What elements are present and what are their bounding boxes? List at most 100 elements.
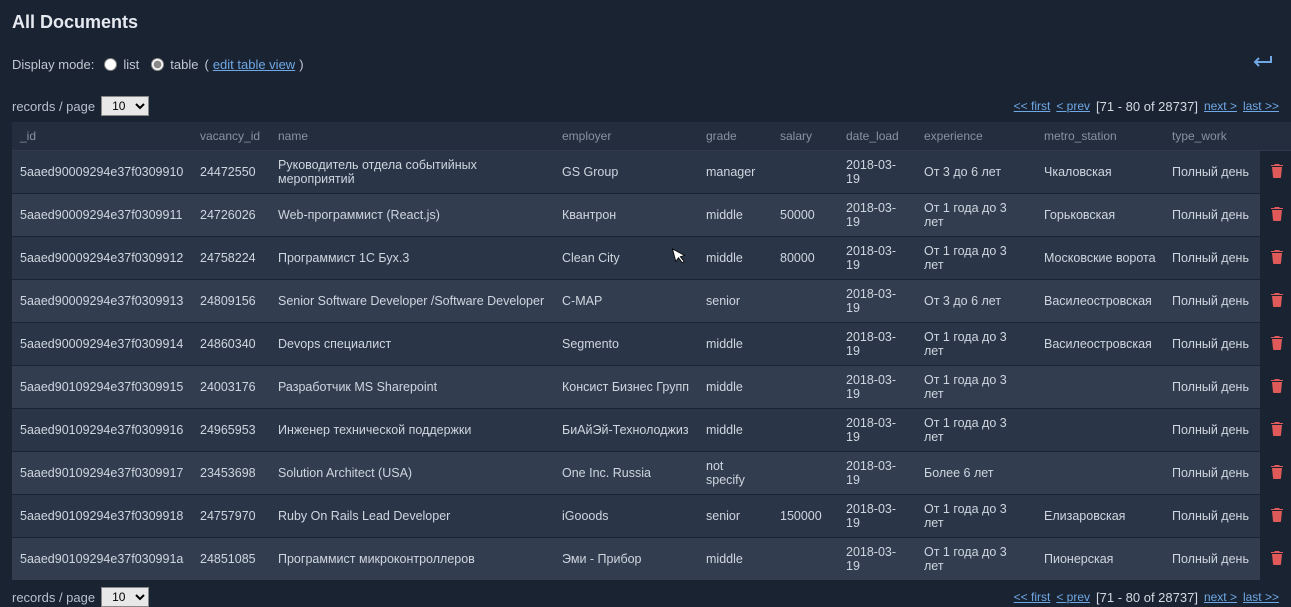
display-mode-list-label[interactable]: list [123,57,139,72]
trash-icon[interactable] [1270,335,1284,353]
trash-icon[interactable] [1270,507,1284,525]
cell-metro_station: Василеостровская [1036,323,1164,366]
cell-grade: middle [698,409,772,452]
pager-next[interactable]: next > [1204,99,1237,113]
cell-metro_station: Елизаровская [1036,495,1164,538]
pager-first-bottom[interactable]: << first [1014,590,1051,604]
cell-type_work: Полный день [1164,495,1260,538]
cell-delete [1260,366,1291,409]
col-salary[interactable]: salary [772,122,838,151]
col-experience[interactable]: experience [916,122,1036,151]
cell-type_work: Полный день [1164,151,1260,194]
cell-vacancy_id: 24726026 [192,194,270,237]
display-mode-list-radio[interactable] [104,58,117,71]
cell-vacancy_id: 24860340 [192,323,270,366]
trash-icon[interactable] [1270,249,1284,267]
cell-name: Solution Architect (USA) [270,452,554,495]
trash-icon[interactable] [1270,292,1284,310]
cell-date_load: 2018-03-19 [838,452,916,495]
cell-date_load: 2018-03-19 [838,151,916,194]
trash-icon[interactable] [1270,464,1284,482]
cell-experience: От 1 года до 3 лет [916,237,1036,280]
table-row[interactable]: 5aaed90009294e37f030991024472550Руководи… [12,151,1291,194]
page-title: All Documents [12,12,1279,33]
col-vacancy_id[interactable]: vacancy_id [192,122,270,151]
pager-next-bottom[interactable]: next > [1204,590,1237,604]
display-mode-table-radio[interactable] [151,58,164,71]
cell-grade: senior [698,280,772,323]
table-row[interactable]: 5aaed90109294e37f030991624965953Инженер … [12,409,1291,452]
cell-employer: БиАйЭй-Технолоджиз [554,409,698,452]
table-row[interactable]: 5aaed90009294e37f030991424860340Devops с… [12,323,1291,366]
cell-experience: От 1 года до 3 лет [916,495,1036,538]
col-employer[interactable]: employer [554,122,698,151]
cell-_id: 5aaed90009294e37f0309911 [12,194,192,237]
trash-icon[interactable] [1270,421,1284,439]
cell-metro_station: Пионерская [1036,538,1164,581]
cell-experience: От 1 года до 3 лет [916,194,1036,237]
cell-type_work: Полный день [1164,366,1260,409]
cell-salary: 50000 [772,194,838,237]
cell-employer: Квантрон [554,194,698,237]
table-row[interactable]: 5aaed90109294e37f030991723453698Solution… [12,452,1291,495]
cell-grade: manager [698,151,772,194]
cell-salary [772,409,838,452]
cell-vacancy_id: 24851085 [192,538,270,581]
pager-info: [71 - 80 of 28737] [1096,99,1198,114]
cell-name: Руководитель отдела событийных мероприят… [270,151,554,194]
table-row[interactable]: 5aaed90109294e37f030991824757970Ruby On … [12,495,1291,538]
cell-grade: senior [698,495,772,538]
table-row[interactable]: 5aaed90109294e37f030991524003176Разработ… [12,366,1291,409]
cell-experience: Более 6 лет [916,452,1036,495]
pager-first[interactable]: << first [1014,99,1051,113]
col-type_work[interactable]: type_work [1164,122,1260,151]
pager-top: << first < prev [71 - 80 of 28737] next … [1014,99,1279,114]
cell-experience: От 1 года до 3 лет [916,538,1036,581]
cell-metro_station [1036,366,1164,409]
edit-table-view-link[interactable]: edit table view [213,57,295,72]
cell-date_load: 2018-03-19 [838,495,916,538]
cell-grade: not specify [698,452,772,495]
trash-icon[interactable] [1270,163,1284,181]
cell-name: Ruby On Rails Lead Developer [270,495,554,538]
col-actions [1260,122,1291,151]
records-per-page-select[interactable]: 10 [101,96,149,116]
cell-name: Программист 1С Бух.3 [270,237,554,280]
table-row[interactable]: 5aaed90109294e37f030991a24851085Программ… [12,538,1291,581]
col-date_load[interactable]: date_load [838,122,916,151]
cell-experience: От 3 до 6 лет [916,280,1036,323]
cell-delete [1260,280,1291,323]
cell-grade: middle [698,538,772,581]
col-_id[interactable]: _id [12,122,192,151]
cell-delete [1260,151,1291,194]
table-row[interactable]: 5aaed90009294e37f030991124726026Web-прог… [12,194,1291,237]
cell-name: Senior Software Developer /Software Deve… [270,280,554,323]
cell-employer: Clean City [554,237,698,280]
col-grade[interactable]: grade [698,122,772,151]
cell-vacancy_id: 24965953 [192,409,270,452]
pager-prev[interactable]: < prev [1056,99,1090,113]
return-icon[interactable] [1245,51,1279,78]
pager-last[interactable]: last >> [1243,99,1279,113]
display-mode-table-label[interactable]: table [170,57,198,72]
pager-last-bottom[interactable]: last >> [1243,590,1279,604]
cell-metro_station [1036,409,1164,452]
records-per-page-label-bottom: records / page [12,590,95,605]
records-per-page-select-bottom[interactable]: 10 [101,587,149,607]
trash-icon[interactable] [1270,550,1284,568]
trash-icon[interactable] [1270,378,1284,396]
cell-date_load: 2018-03-19 [838,323,916,366]
col-name[interactable]: name [270,122,554,151]
table-row[interactable]: 5aaed90009294e37f030991224758224Программ… [12,237,1291,280]
cell-name: Программист микроконтроллеров [270,538,554,581]
pager-prev-bottom[interactable]: < prev [1056,590,1090,604]
cell-type_work: Полный день [1164,237,1260,280]
cell-type_work: Полный день [1164,323,1260,366]
display-mode: Display mode: list table (edit table vie… [12,57,304,72]
cell-experience: От 1 года до 3 лет [916,409,1036,452]
table-row[interactable]: 5aaed90009294e37f030991324809156Senior S… [12,280,1291,323]
col-metro_station[interactable]: metro_station [1036,122,1164,151]
cell-salary [772,280,838,323]
cell-delete [1260,194,1291,237]
trash-icon[interactable] [1270,206,1284,224]
